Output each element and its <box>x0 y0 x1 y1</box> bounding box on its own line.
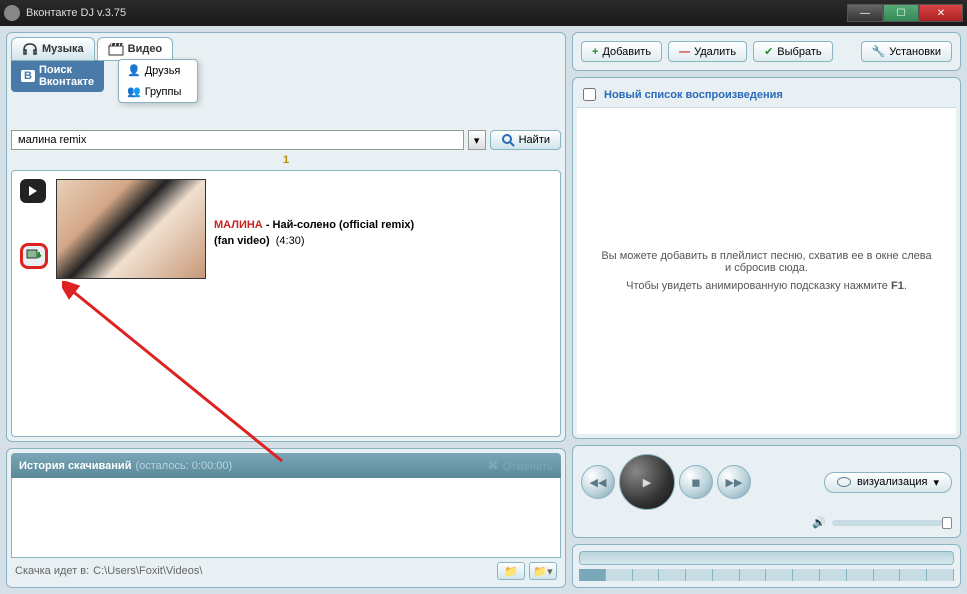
visualization-button[interactable]: визуализация ▾ <box>824 472 952 493</box>
history-remaining: (осталось: 0:00:00) <box>135 460 232 472</box>
search-panel: Музыка Видео 👤 Друзья 👥 Группы <box>6 32 566 442</box>
download-result-button[interactable] <box>20 243 48 269</box>
add-button[interactable]: + Добавить <box>581 41 662 62</box>
find-label: Найти <box>519 134 550 146</box>
video-subtitle: (fan video) <box>214 235 270 247</box>
subtab-search-label: Поиск Вконтакте <box>39 64 94 88</box>
playlist-body[interactable]: Вы можете добавить в плейлист песню, схв… <box>577 108 956 434</box>
delete-label: Удалить <box>694 46 736 58</box>
menu-groups-label: Группы <box>145 86 182 98</box>
window-title: Вконтакте DJ v.3.75 <box>26 7 847 19</box>
menu-groups[interactable]: 👥 Группы <box>119 81 197 102</box>
settings-label: Установки <box>889 46 941 58</box>
playlist-hint-2c: . <box>904 280 907 292</box>
titlebar: Вконтакте DJ v.3.75 — ☐ ✕ <box>0 0 967 26</box>
settings-button[interactable]: 🔧Установки <box>861 41 952 62</box>
stop-button[interactable]: ◼ <box>679 465 713 499</box>
next-button[interactable]: ▶▶ <box>717 465 751 499</box>
history-close-icon[interactable]: ✖ Отменить <box>487 457 553 474</box>
folder-icon: 📁 <box>533 565 547 578</box>
player-panel: ◀◀ ▶ ◼ ▶▶ визуализация ▾ 🔊 <box>572 445 961 538</box>
buffer-segments <box>579 569 954 581</box>
check-icon: ✔ <box>764 45 773 58</box>
person-icon: 👤 <box>127 64 141 77</box>
playlist-hint-2a: Чтобы увидеть анимированную подсказку на… <box>626 280 891 292</box>
video-info: МАЛИНА - Най-солено (official remix) (fa… <box>214 179 414 279</box>
subtab-search-vk[interactable]: B Поиск Вконтакте <box>11 60 104 92</box>
video-duration: (4:30) <box>276 235 305 247</box>
download-path: C:\Users\Foxit\Videos\ <box>93 565 202 577</box>
prev-button[interactable]: ◀◀ <box>581 465 615 499</box>
tab-video-label: Видео <box>128 43 163 55</box>
folder-icon: 📁 <box>504 565 518 578</box>
seek-bar[interactable] <box>579 551 954 565</box>
delete-button[interactable]: — Удалить <box>668 41 747 62</box>
tab-music-label: Музыка <box>42 43 84 55</box>
play-button[interactable]: ▶ <box>619 454 675 510</box>
maximize-button[interactable]: ☐ <box>883 4 919 22</box>
play-icon: ▶ <box>643 476 651 489</box>
rewind-icon: ◀◀ <box>590 476 607 489</box>
history-title: История скачиваний <box>19 460 131 472</box>
magnifier-icon <box>501 133 515 147</box>
select-label: Выбрать <box>777 46 821 58</box>
page-number[interactable]: 1 <box>11 150 561 170</box>
volume-slider[interactable] <box>832 520 952 526</box>
chevron-down-icon: ▾ <box>547 565 553 578</box>
clapperboard-icon <box>108 42 124 56</box>
forward-icon: ▶▶ <box>726 476 743 489</box>
seek-panel <box>572 544 961 588</box>
wrench-icon: 🔧 <box>872 45 886 58</box>
eye-icon <box>837 477 851 487</box>
playlist-hint-key: F1 <box>891 280 904 292</box>
minus-icon: — <box>679 46 690 58</box>
chevron-down-icon: ▾ <box>933 476 939 489</box>
search-dropdown-arrow[interactable]: ▾ <box>468 130 486 150</box>
vk-icon: B <box>21 70 35 82</box>
close-button[interactable]: ✕ <box>919 4 963 22</box>
add-label: Добавить <box>602 46 651 58</box>
find-button[interactable]: Найти <box>490 130 561 150</box>
plus-icon: + <box>592 46 598 58</box>
search-input[interactable] <box>11 130 464 150</box>
result-item: МАЛИНА - Най-солено (official remix) (fa… <box>20 179 552 279</box>
video-dropdown: 👤 Друзья 👥 Группы <box>118 59 198 103</box>
stop-icon: ◼ <box>691 476 700 489</box>
playlist-checkbox[interactable] <box>583 88 596 101</box>
video-title: - Най-солено (official remix) <box>263 219 414 231</box>
video-thumbnail[interactable] <box>56 179 206 279</box>
history-panel: История скачиваний (осталось: 0:00:00) ✖… <box>6 448 566 588</box>
app-icon <box>4 5 20 21</box>
playlist-panel: Новый список воспроизведения Вы можете д… <box>572 77 961 439</box>
play-result-button[interactable] <box>20 179 46 203</box>
playlist-title[interactable]: Новый список воспроизведения <box>604 89 783 101</box>
playlist-hint-1: Вы можете добавить в плейлист песню, схв… <box>597 250 936 274</box>
folder-options-button[interactable]: 📁▾ <box>529 562 557 580</box>
select-button[interactable]: ✔ Выбрать <box>753 41 833 62</box>
download-path-label: Скачка идет в: <box>15 565 89 577</box>
speaker-icon: 🔊 <box>812 516 826 529</box>
visualization-label: визуализация <box>857 476 928 488</box>
menu-friends-label: Друзья <box>145 65 181 77</box>
tab-music[interactable]: Музыка <box>11 37 95 61</box>
open-folder-button[interactable]: 📁 <box>497 562 525 580</box>
headphones-icon <box>22 42 38 56</box>
tab-video[interactable]: Видео <box>97 37 174 61</box>
results-list: МАЛИНА - Най-солено (official remix) (fa… <box>11 170 561 437</box>
minimize-button[interactable]: — <box>847 4 883 22</box>
menu-friends[interactable]: 👤 Друзья <box>119 60 197 81</box>
annotation-arrow <box>62 281 292 471</box>
video-artist: МАЛИНА <box>214 219 263 231</box>
right-toolbar: + Добавить — Удалить ✔ Выбрать 🔧Установки <box>572 32 961 71</box>
history-list <box>11 478 561 558</box>
people-icon: 👥 <box>127 85 141 98</box>
